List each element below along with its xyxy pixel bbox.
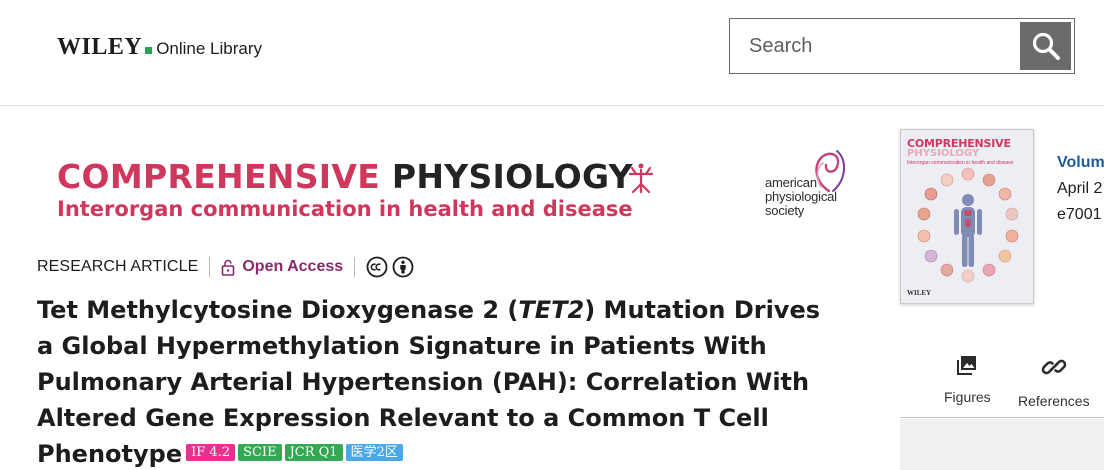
site-header: WILEY Online Library bbox=[0, 0, 1104, 106]
wiley-online-library-logo[interactable]: WILEY Online Library bbox=[57, 34, 262, 61]
article-tools-tabs: Figures References bbox=[900, 340, 1104, 418]
title-gene: TET2 bbox=[518, 296, 585, 324]
logo-green-square bbox=[145, 47, 153, 54]
issue-date: April 2 bbox=[1057, 180, 1103, 197]
attribution-icon bbox=[392, 256, 414, 278]
journal-subtitle: Interorgan communication in health and d… bbox=[57, 197, 633, 221]
journal-cover-thumbnail[interactable]: COMPREHENSIVE PHYSIOLOGY Interorgan comm… bbox=[900, 129, 1034, 304]
tab-figures[interactable]: Figures bbox=[944, 354, 991, 405]
tab-figures-label: Figures bbox=[944, 389, 991, 405]
creative-commons-icon bbox=[366, 256, 388, 278]
volume-link[interactable]: Volum bbox=[1057, 150, 1104, 176]
aps-line3: society bbox=[765, 203, 805, 218]
article-title: Tet Methylcytosine Dioxygenase 2 (TET2) … bbox=[37, 292, 837, 470]
search-input[interactable] bbox=[730, 19, 1020, 73]
jcr-quartile-badge[interactable]: JCR Q1 bbox=[284, 443, 343, 461]
search-icon bbox=[1032, 32, 1060, 60]
article-id: e7001 bbox=[1057, 206, 1102, 223]
article-meta-row: RESEARCH ARTICLE Open Access bbox=[37, 255, 414, 279]
link-icon bbox=[1041, 359, 1067, 375]
image-icon bbox=[957, 356, 977, 375]
cover-illustration bbox=[917, 167, 1019, 283]
side-panel-content bbox=[900, 419, 1104, 470]
logo-sub-text: Online Library bbox=[156, 39, 263, 58]
unlock-icon bbox=[222, 259, 235, 276]
license-icons[interactable] bbox=[366, 256, 414, 278]
aps-line1: american bbox=[765, 175, 817, 190]
meta-divider bbox=[209, 257, 211, 277]
issue-info: Volum April 2 e7001 bbox=[1057, 150, 1104, 228]
meta-divider bbox=[354, 257, 356, 277]
open-access-link[interactable]: Open Access bbox=[221, 258, 343, 276]
search-button[interactable] bbox=[1020, 22, 1071, 70]
journal-title-word2: PHYSIOLOGY bbox=[391, 157, 633, 196]
open-access-label: Open Access bbox=[242, 258, 344, 275]
aps-society-logo[interactable]: american physiological society bbox=[765, 147, 875, 222]
scie-badge[interactable]: SCIE bbox=[238, 443, 282, 461]
article-type-label: RESEARCH ARTICLE bbox=[37, 258, 199, 275]
impact-factor-badge[interactable]: IF 4.2 bbox=[186, 443, 236, 461]
tab-references-label: References bbox=[1018, 393, 1090, 409]
search-box bbox=[729, 18, 1075, 74]
cover-publisher: WILEY bbox=[907, 289, 932, 297]
journal-title: COMPREHENSIVE PHYSIOLOGY bbox=[57, 158, 657, 196]
vitruvian-figure-icon bbox=[628, 163, 654, 194]
title-part1: Tet Methylcytosine Dioxygenase 2 ( bbox=[37, 296, 519, 324]
cas-zone-badge[interactable]: 医学2区 bbox=[345, 443, 403, 461]
journal-banner[interactable]: COMPREHENSIVE PHYSIOLOGY Interorgan comm… bbox=[57, 158, 657, 222]
aps-society-name: american physiological society bbox=[765, 176, 837, 218]
aps-line2: physiological bbox=[765, 189, 837, 204]
tab-references[interactable]: References bbox=[1018, 354, 1090, 409]
journal-title-word1: COMPREHENSIVE bbox=[57, 157, 381, 196]
logo-brand-text: WILEY bbox=[57, 34, 143, 60]
